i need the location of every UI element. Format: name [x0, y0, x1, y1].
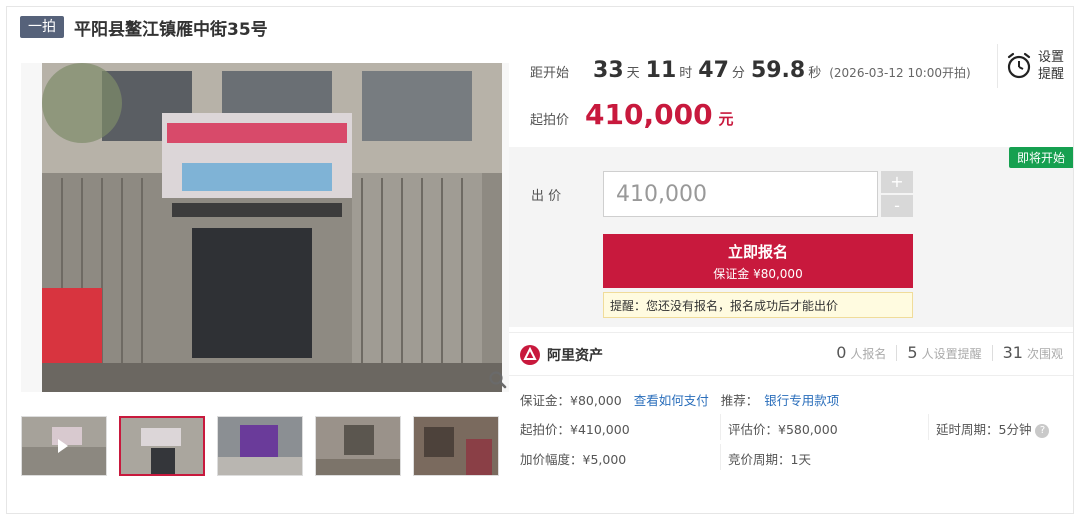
divider — [928, 414, 929, 440]
signup-button[interactable]: 立即报名 保证金 ¥80,000 — [603, 234, 913, 288]
stat-list: 0 人报名 5 人设置提醒 31 次围观 — [836, 343, 1063, 362]
stat-signups: 0 人报名 — [836, 343, 886, 362]
item-header: 一拍 平阳县鳌江镇雁中街35号 — [20, 14, 268, 40]
thumbnail-photo-4[interactable] — [413, 416, 499, 476]
deposit-text: 保证金：¥80,000 — [520, 393, 622, 408]
auction-details: 保证金：¥80,000 查看如何支付 推荐： 银行专用款项 起拍价：¥410,0… — [509, 380, 1073, 476]
stat-number: 31 — [1002, 343, 1023, 362]
countdown-days: 33 — [593, 58, 624, 83]
start-time-note: (2026-03-12 10:00开拍) — [829, 66, 971, 80]
bid-stepper: + - — [881, 171, 913, 217]
detail-extension: 延时周期：5分钟? — [936, 419, 1050, 438]
thumbnail-video[interactable] — [21, 416, 107, 476]
countdown-days-unit: 天 — [626, 66, 640, 81]
countdown-seconds: 59.8 — [750, 58, 806, 83]
deposit-row: 保证金：¥80,000 查看如何支付 推荐： 银行专用款项 — [520, 390, 839, 409]
decrease-bid-button[interactable]: - — [881, 195, 913, 217]
stat-reminders: 5 人设置提醒 — [907, 343, 981, 362]
magnifier-icon[interactable] — [488, 370, 508, 390]
start-price-value: 410,000 — [585, 98, 713, 131]
brand-name: 阿里资产 — [547, 348, 603, 364]
countdown-hours: 11 — [645, 58, 677, 83]
countdown-label: 距开始 — [530, 66, 570, 81]
start-price-label: 起拍价 — [530, 113, 570, 128]
bid-label: 出 价 — [531, 189, 562, 204]
stats-bar: 阿里资产 0 人报名 5 人设置提醒 31 次围观 — [509, 332, 1073, 376]
start-price: 起拍价 410,000 元 — [530, 98, 734, 131]
stat-label: 人报名 — [850, 347, 887, 361]
thumbnail-photo-2[interactable] — [217, 416, 303, 476]
signup-reminder: 提醒：您还没有报名，报名成功后才能出价 — [603, 292, 913, 318]
divider — [720, 444, 721, 470]
auction-round-badge: 一拍 — [20, 16, 64, 38]
brand[interactable]: 阿里资产 — [519, 344, 603, 366]
reminder-line2: 提醒 — [1038, 67, 1065, 82]
detail-appraisal: 评估价：¥580,000 — [728, 422, 838, 437]
stat-number: 5 — [907, 343, 918, 362]
countdown-seconds-unit: 秒 — [808, 66, 822, 81]
bid-panel: 即将开始 出 价 + - 立即报名 保证金 ¥80,000 提醒：您还没有报名，… — [509, 147, 1073, 327]
countdown-minutes-unit: 分 — [731, 66, 745, 81]
divider — [896, 344, 898, 361]
question-icon[interactable]: ? — [1035, 423, 1050, 438]
stat-label: 次围观 — [1026, 347, 1063, 361]
increase-bid-button[interactable]: + — [881, 171, 913, 193]
stat-number: 0 — [836, 343, 847, 362]
thumbnail-photo-3[interactable] — [315, 416, 401, 476]
item-title: 平阳县鳌江镇雁中街35号 — [74, 19, 268, 40]
stat-views: 31 次围观 — [1003, 343, 1063, 362]
alarm-clock-icon — [1007, 52, 1031, 79]
thumbnail-strip — [21, 416, 499, 476]
countdown: 距开始 33 天 11 时 47 分 59.8 秒 (2026-03-12 10… — [530, 58, 971, 83]
countdown-hours-unit: 时 — [679, 66, 693, 81]
detail-start-price: 起拍价：¥410,000 — [520, 422, 630, 437]
main-image-viewer[interactable] — [21, 63, 509, 392]
detail-cycle: 竞价周期：1天 — [728, 452, 811, 467]
divider — [991, 344, 993, 361]
signup-label: 立即报名 — [727, 243, 788, 261]
status-badge: 即将开始 — [1008, 147, 1073, 168]
how-to-pay-link[interactable]: 查看如何支付 — [634, 390, 709, 409]
extension-text: 延时周期：5分钟 — [936, 422, 1032, 437]
reminder-line1: 设置 — [1038, 50, 1065, 65]
aliasset-logo-icon — [520, 345, 540, 365]
set-reminder-button[interactable]: 设置 提醒 — [997, 44, 1064, 88]
start-price-unit: 元 — [718, 110, 734, 128]
bank-loan-link[interactable]: 银行专用款项 — [764, 390, 839, 409]
countdown-minutes: 47 — [698, 58, 729, 83]
detail-increment: 加价幅度：¥5,000 — [520, 452, 627, 467]
bid-amount-input[interactable] — [603, 171, 878, 217]
property-photo — [42, 63, 502, 392]
divider — [720, 414, 721, 440]
stat-label: 人设置提醒 — [921, 347, 982, 361]
play-icon — [58, 439, 68, 453]
signup-deposit: 保证金 ¥80,000 — [713, 267, 803, 281]
recommend-label: 推荐： — [720, 393, 759, 408]
thumbnail-photo-1[interactable] — [119, 416, 205, 476]
